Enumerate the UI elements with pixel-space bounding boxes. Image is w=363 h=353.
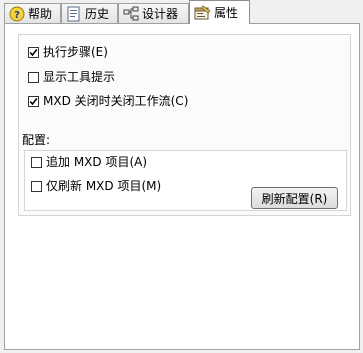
panel-empty-area — [5, 236, 359, 349]
properties-panel: 执行步骤(E) 显示工具提示 MXD 关闭时关闭工作流(C) 配置: 追加 MX… — [4, 23, 360, 350]
tab-properties-label: 属性 — [214, 5, 239, 20]
tab-history-label: 历史 — [85, 6, 110, 21]
refresh-mxd-only-label: 仅刷新 MXD 项目(M) — [46, 179, 162, 193]
config-title: 配置: — [22, 133, 51, 147]
tab-history[interactable]: 历史 — [61, 3, 118, 23]
close-workflow-label: MXD 关闭时关闭工作流(C) — [43, 94, 189, 108]
show-tooltips-checkbox[interactable] — [28, 71, 39, 83]
tab-strip: ? 帮助 历史 设计器 属性 — [0, 0, 363, 24]
show-tooltips-option[interactable]: 显示工具提示 — [28, 69, 115, 85]
checkmark-icon — [29, 48, 38, 56]
close-workflow-option[interactable]: MXD 关闭时关闭工作流(C) — [28, 93, 188, 109]
history-icon — [66, 6, 82, 22]
tab-help[interactable]: ? 帮助 — [4, 3, 61, 23]
designer-icon — [123, 6, 139, 22]
config-group: 追加 MXD 项目(A) 仅刷新 MXD 项目(M) 刷新配置(R) — [24, 150, 347, 211]
tab-help-label: 帮助 — [28, 6, 53, 21]
help-icon: ? — [9, 6, 25, 22]
refresh-mxd-only-option[interactable]: 仅刷新 MXD 项目(M) — [31, 178, 161, 194]
close-workflow-checkbox[interactable] — [28, 95, 39, 107]
execute-steps-label: 执行步骤(E) — [43, 45, 108, 59]
tab-designer-label: 设计器 — [142, 6, 179, 21]
append-mxd-label: 追加 MXD 项目(A) — [46, 155, 148, 169]
execute-steps-option[interactable]: 执行步骤(E) — [28, 44, 108, 60]
checkmark-icon — [29, 97, 38, 105]
properties-icon — [194, 4, 211, 21]
refresh-config-button[interactable]: 刷新配置(R) — [251, 187, 338, 209]
refresh-mxd-only-checkbox[interactable] — [31, 180, 42, 192]
show-tooltips-label: 显示工具提示 — [43, 70, 116, 84]
tab-designer[interactable]: 设计器 — [118, 3, 189, 23]
tab-properties[interactable]: 属性 — [189, 0, 250, 24]
options-group: 执行步骤(E) 显示工具提示 MXD 关闭时关闭工作流(C) 配置: 追加 MX… — [18, 34, 351, 216]
svg-text:?: ? — [14, 10, 20, 21]
append-mxd-option[interactable]: 追加 MXD 项目(A) — [31, 154, 147, 170]
execute-steps-checkbox[interactable] — [28, 46, 39, 58]
append-mxd-checkbox[interactable] — [31, 156, 42, 168]
